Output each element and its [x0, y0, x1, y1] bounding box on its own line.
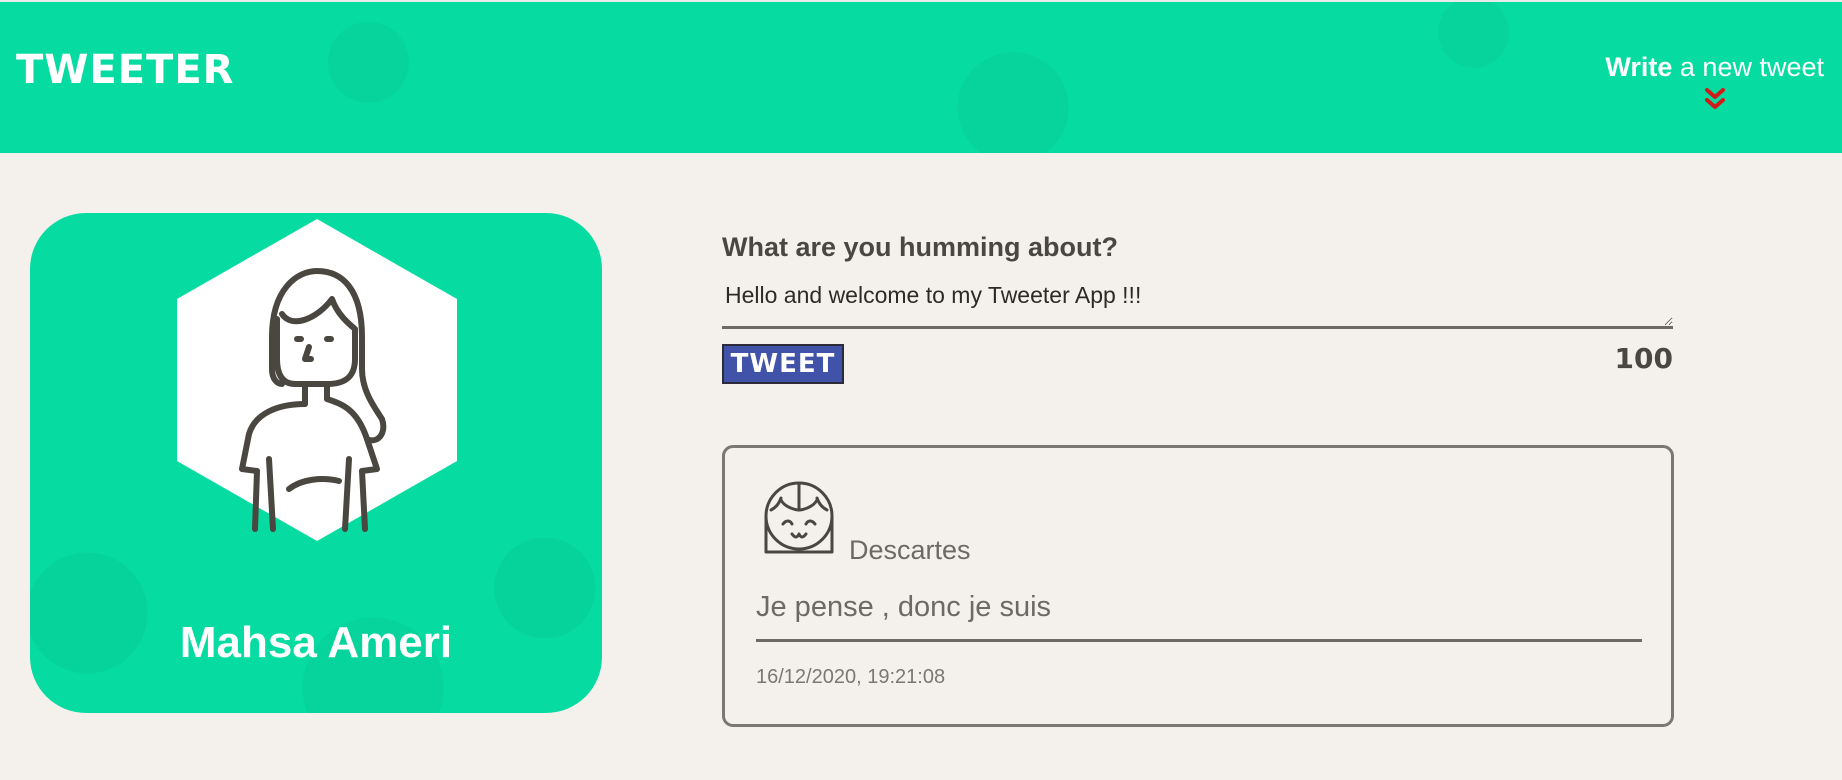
- tweet-text: Je pense , donc je suis: [756, 591, 1052, 623]
- char-counter: 100: [1614, 342, 1673, 375]
- tweet-author: Descartes: [849, 535, 971, 565]
- tweet-button[interactable]: TWEET: [722, 344, 844, 384]
- write-label-bold: Write: [1605, 52, 1673, 82]
- write-label-rest: a new tweet: [1672, 52, 1824, 82]
- girl-avatar-icon: [764, 481, 834, 554]
- profile-card: Mahsa Ameri: [30, 213, 602, 713]
- tweet-timestamp: 16/12/2020, 19:21:08: [756, 666, 946, 688]
- woman-avatar-icon: [177, 219, 457, 541]
- double-chevron-down-icon[interactable]: [1704, 87, 1726, 111]
- tweet-divider: [756, 639, 1642, 642]
- profile-name: Mahsa Ameri: [179, 618, 453, 667]
- top-navbar: TWEETER Write a new tweet: [0, 0, 1842, 153]
- compose-label: What are you humming about?: [722, 232, 1118, 262]
- tweet-input[interactable]: Hello and welcome to my Tweeter App !!!: [722, 279, 1673, 329]
- tweet-card: Descartes Je pense , donc je suis 16/12/…: [722, 445, 1674, 727]
- brand-logo[interactable]: TWEETER: [16, 50, 234, 90]
- write-new-tweet-toggle[interactable]: Write a new tweet: [1605, 52, 1824, 111]
